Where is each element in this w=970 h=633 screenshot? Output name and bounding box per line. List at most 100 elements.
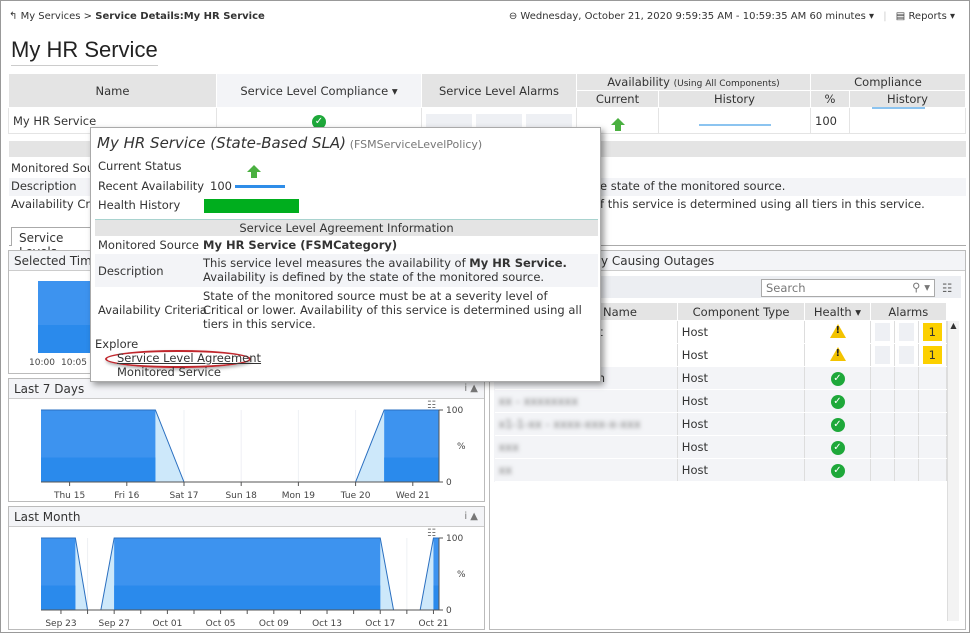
component-type: Host <box>677 412 806 436</box>
column-options-icon[interactable]: ☷ <box>942 281 952 295</box>
y-tick-label: 0 <box>446 606 452 616</box>
recent-availability-label: Recent Availability <box>98 179 205 193</box>
current-status-label: Current Status <box>98 159 182 173</box>
time-range-label: Wednesday, October 21, 2020 9:59:35 AM -… <box>520 11 866 22</box>
top-bar: ↰ My Services > Service Details:My HR Se… <box>1 1 969 31</box>
monitored-source-label: Monitored Source <box>98 238 199 252</box>
col-component-type[interactable]: Component Type <box>676 302 806 321</box>
report-icon: ▤ <box>895 11 906 22</box>
col-compliance[interactable]: Service Level Compliance ▾ <box>216 73 422 108</box>
col-alarms[interactable]: Alarms <box>869 302 948 321</box>
table-row[interactable]: xxx Host ✓ <box>494 435 948 459</box>
component-type: Host <box>677 389 806 413</box>
recent-availability-sparkline <box>235 185 285 188</box>
table-row[interactable]: xx - xxxxxxxx Host ✓ <box>494 389 948 413</box>
component-name[interactable]: xxx <box>494 435 678 459</box>
x-tick-label: Oct 09 <box>259 619 289 629</box>
breadcrumb-my-services[interactable]: My Services <box>21 11 81 22</box>
col-availability: Availability (Using All Components) <box>576 73 811 91</box>
x-tick-label: Oct 13 <box>312 619 342 629</box>
panel-last-7-days-title: Last 7 Days <box>9 379 484 399</box>
col-current[interactable]: Current <box>576 90 659 108</box>
table-row[interactable]: x1-1-xx - xxxx-xxx-x-xxx Host ✓ <box>494 412 948 436</box>
back-icon[interactable]: ↰ <box>9 11 17 22</box>
health-ok-icon: ✓ <box>830 372 845 386</box>
health-history-label: Health History <box>98 198 181 212</box>
description-bold: My HR Service. <box>469 256 567 270</box>
breadcrumb-current: Service Details:My HR Service <box>95 11 265 22</box>
x-tick-label: Sep 23 <box>45 619 76 629</box>
availability-sparkline <box>698 123 771 126</box>
panel-controls[interactable]: i ▲ <box>464 383 478 394</box>
col-health[interactable]: Health ▾ <box>804 302 871 321</box>
arrow-up-icon <box>610 117 625 131</box>
description-value: This service level measures the availabi… <box>203 256 593 284</box>
chart-menu-icon[interactable]: ☷ <box>427 528 436 539</box>
x-tick-label: Oct 17 <box>365 619 395 629</box>
component-name[interactable]: xx - xxxxxxxx <box>494 389 678 413</box>
table-row[interactable]: xx Host ✓ <box>494 458 948 482</box>
tab-service-levels[interactable]: Service Levels <box>11 227 101 259</box>
criteria-label: Availability Criteria <box>98 303 207 317</box>
description-text-2: Availability is defined by the state of … <box>203 270 545 284</box>
panel-controls[interactable]: i ▲ <box>464 511 478 522</box>
col-compliance-history[interactable]: History <box>849 90 966 109</box>
scroll-up-icon[interactable]: ▲ <box>948 321 959 330</box>
collapse-icon[interactable]: ▲ <box>470 511 478 522</box>
search-icon[interactable]: ⚲ ▾ <box>912 280 930 294</box>
chart-menu-icon[interactable]: ☷ <box>427 400 436 411</box>
x-tick-label: Thu 15 <box>53 491 85 501</box>
breadcrumb: ↰ My Services > Service Details:My HR Se… <box>9 11 265 22</box>
sla-section-title: Service Level Agreement Information <box>95 219 598 236</box>
search-placeholder: Search <box>766 281 806 295</box>
reports-button[interactable]: ▤ Reports ▾ <box>896 11 955 22</box>
alarm-count-badge[interactable]: 1 <box>922 323 942 341</box>
tick-label: 10:00 <box>29 358 55 368</box>
area-segment-lower <box>384 457 439 482</box>
panel-last-month: Last Month i ▲ Sep 23 Sep 27 Oct 01 Oct 05 O… <box>8 506 485 630</box>
component-type: Host <box>677 320 806 344</box>
health-ok-icon: ✓ <box>830 418 845 432</box>
area-segment-lower <box>433 585 439 610</box>
collapse-icon[interactable]: ▲ <box>470 383 478 394</box>
recent-availability-value: 100 <box>210 179 232 193</box>
time-range-selector[interactable]: ⊖ Wednesday, October 21, 2020 9:59:35 AM… <box>509 11 874 22</box>
x-tick-label: Oct 21 <box>419 619 449 629</box>
sla-tooltip-popup: My HR Service (State-Based SLA) (FSMServ… <box>90 127 601 382</box>
explore-label: Explore <box>95 337 139 351</box>
component-name[interactable]: x1-1-xx - xxxx-xxx-x-xxx <box>494 412 678 436</box>
scrollbar[interactable]: ▲ <box>947 321 959 621</box>
link-monitored-service[interactable]: Monitored Service <box>117 365 221 379</box>
panel-last-7-days: Last 7 Days i ▲ Thu 15 Fri 16 Sat 17 Sun 18… <box>8 378 485 502</box>
col-history[interactable]: History <box>658 90 811 108</box>
x-tick-label: Mon 19 <box>282 491 316 501</box>
alarm-count-badge[interactable]: 1 <box>922 346 942 364</box>
selected-time-area-lower <box>38 325 98 353</box>
y-axis-label: % <box>457 442 466 452</box>
popup-title: My HR Service (State-Based SLA) <box>97 134 347 152</box>
col-alarms[interactable]: Service Level Alarms <box>421 73 577 108</box>
popup-type: (FSMServiceLevelPolicy) <box>349 138 483 151</box>
y-tick-label: 0 <box>446 478 452 488</box>
component-type: Host <box>677 435 806 459</box>
compliance-history-label: History <box>887 92 928 106</box>
search-input[interactable]: Search ⚲ ▾ <box>761 279 935 297</box>
x-tick-label: Sep 27 <box>99 619 130 629</box>
col-compliance-group: Compliance <box>810 73 966 91</box>
monitored-source-value: My HR Service (FSMCategory) <box>203 238 398 252</box>
link-service-level-agreement[interactable]: Service Level Agreement <box>117 351 261 365</box>
component-type: Host <box>677 366 806 390</box>
info-icon[interactable]: i <box>464 383 467 394</box>
health-label: Health <box>813 304 852 319</box>
reports-label: Reports <box>908 11 947 22</box>
component-name[interactable]: xx <box>494 458 678 482</box>
info-icon[interactable]: i <box>464 511 467 522</box>
col-name[interactable]: Name <box>8 73 217 108</box>
col-percent[interactable]: % <box>810 90 850 108</box>
component-type: Host <box>677 458 806 482</box>
tick-label: 10:05 <box>61 358 87 368</box>
arrow-up-icon <box>247 165 261 178</box>
x-tick-label: Fri 16 <box>114 491 139 501</box>
x-tick-label: Tue 20 <box>340 491 371 501</box>
area-segment-lower <box>114 585 381 610</box>
